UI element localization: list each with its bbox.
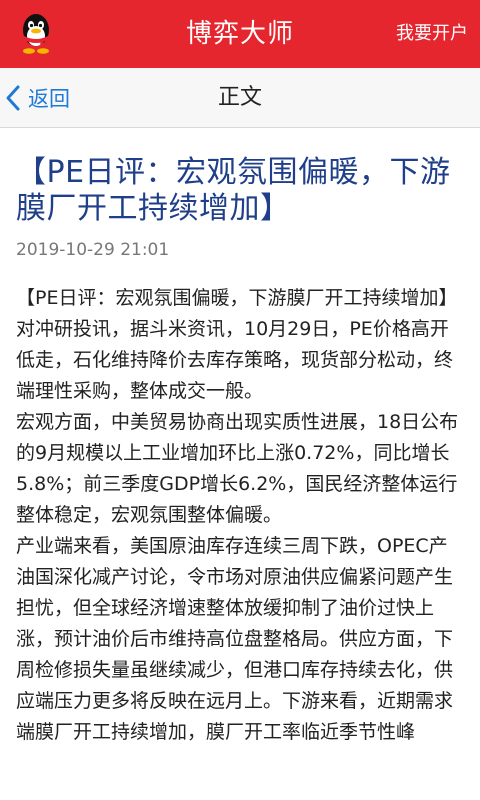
article-paragraph: 产业端来看，美国原油库存连续三周下跌，OPEC产油国深化减产讨论，令市场对原油供… xyxy=(16,535,454,743)
top-bar: 博弈大师 我要开户 xyxy=(0,0,480,68)
article-content[interactable]: 【PE日评：宏观氛围偏暖，下游膜厂开工持续增加】 2019-10-29 21:0… xyxy=(0,129,480,800)
nav-bar: 返回 正文 xyxy=(0,68,480,128)
article-paragraph: 宏观方面，中美贸易协商出现实质性进展，18日公布的9月规模以上工业增加环比上涨0… xyxy=(16,411,459,526)
article-date: 2019-10-29 21:01 xyxy=(16,240,170,260)
open-account-button[interactable]: 我要开户 xyxy=(396,0,468,68)
article-body: 【PE日评：宏观氛围偏暖，下游膜厂开工持续增加】对冲研投讯，据斗米资讯，10月2… xyxy=(16,283,466,748)
page-title: 正文 xyxy=(217,85,262,110)
article-title: 【PE日评：宏观氛围偏暖，下游膜厂开工持续增加】 xyxy=(16,155,451,226)
article-paragraph: 【PE日评：宏观氛围偏暖，下游膜厂开工持续增加】对冲研投讯，据斗米资讯，10月2… xyxy=(16,287,458,402)
